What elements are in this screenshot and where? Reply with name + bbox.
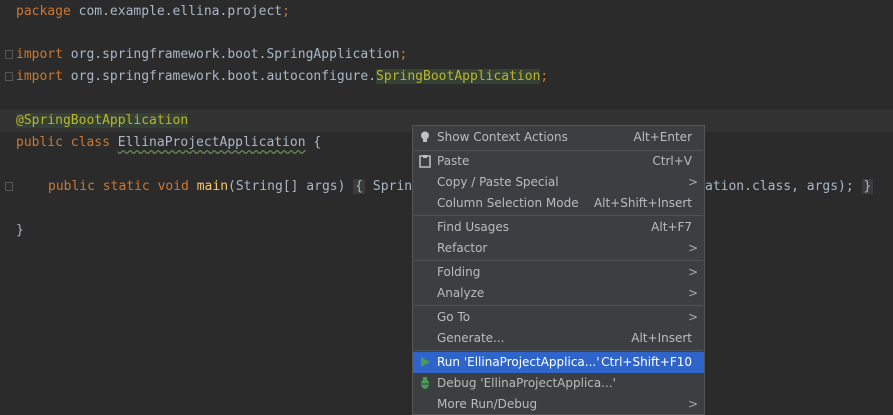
menu-separator: [414, 260, 703, 261]
menu-item-show-context-actions[interactable]: Show Context Actions Alt+Enter: [413, 127, 704, 148]
import-path: org.springframework.boot.SpringApplicati…: [62, 47, 400, 62]
keyword: public class: [16, 135, 110, 150]
clipboard-icon: [418, 154, 432, 168]
menu-item-generate[interactable]: Generate... Alt+Insert: [413, 328, 704, 349]
fold-marker-icon[interactable]: [5, 182, 13, 191]
chevron-right-icon: >: [687, 241, 698, 255]
keyword: import: [16, 69, 63, 84]
menu-item-label: Copy / Paste Special: [437, 175, 559, 189]
method-name: main: [196, 179, 229, 194]
menu-item-refactor[interactable]: Refactor >: [413, 238, 704, 259]
menu-item-paste[interactable]: Paste Ctrl+V: [413, 151, 704, 172]
chevron-right-icon: >: [687, 286, 698, 300]
code-line-close: }: [16, 220, 24, 242]
code-line-main-tail: ation.class, args); }: [705, 176, 874, 198]
chevron-right-icon: >: [687, 175, 698, 189]
menu-item-label: Analyze: [437, 286, 485, 300]
annotation: @SpringBootApplication: [16, 113, 189, 128]
menu-item-more-run-debug[interactable]: More Run/Debug >: [413, 394, 704, 415]
menu-item-shortcut: Ctrl+Shift+F10: [601, 355, 692, 369]
method-body: Sprin: [365, 179, 413, 194]
keyword: package: [16, 4, 71, 19]
method-body-tail: ation.class, args);: [705, 179, 854, 194]
menu-item-label: Debug 'EllinaProjectApplica...': [437, 376, 616, 390]
code-line-import-2: import org.springframework.boot.autoconf…: [16, 66, 548, 88]
code-line-package: package com.example.ellina.project;: [16, 1, 290, 23]
bulb-icon: [418, 130, 432, 144]
menu-item-shortcut: Ctrl+V: [652, 154, 692, 168]
brace: {: [305, 135, 322, 150]
menu-item-label: Refactor: [437, 241, 488, 255]
menu-item-run[interactable]: Run 'EllinaProjectApplica...' Ctrl+Shift…: [413, 352, 704, 373]
chevron-right-icon: >: [687, 310, 698, 324]
menu-item-label: Column Selection Mode: [437, 196, 579, 210]
menu-item-column-selection-mode[interactable]: Column Selection Mode Alt+Shift+Insert: [413, 193, 704, 214]
menu-separator: [414, 350, 703, 351]
menu-item-debug[interactable]: Debug 'EllinaProjectApplica...': [413, 373, 704, 394]
menu-separator: [414, 305, 703, 306]
folded-region-end[interactable]: }: [861, 179, 874, 194]
menu-item-shortcut: Alt+F7: [651, 220, 692, 234]
keyword: public static void: [48, 179, 189, 194]
class-name: EllinaProjectApplication: [117, 135, 306, 150]
chevron-right-icon: >: [687, 265, 698, 279]
semicolon: ;: [399, 47, 408, 62]
semicolon: ;: [540, 69, 549, 84]
menu-item-label: Paste: [437, 154, 470, 168]
menu-item-label: More Run/Debug: [437, 397, 538, 411]
menu-item-shortcut: Alt+Enter: [633, 130, 692, 144]
code-line-main: public static void main(String[] args) {…: [48, 176, 412, 198]
menu-item-copy-paste-special[interactable]: Copy / Paste Special >: [413, 172, 704, 193]
menu-item-shortcut: Alt+Shift+Insert: [593, 196, 692, 210]
menu-item-shortcut: Alt+Insert: [631, 331, 692, 345]
brace: }: [16, 223, 24, 238]
menu-item-find-usages[interactable]: Find Usages Alt+F7: [413, 217, 704, 238]
code-line-class: public class EllinaProjectApplication {: [16, 132, 321, 154]
run-icon: [418, 355, 432, 369]
menu-item-label: Run 'EllinaProjectApplica...': [437, 355, 600, 369]
code-line-annotation: @SpringBootApplication: [16, 110, 189, 132]
menu-separator: [414, 215, 703, 216]
menu-item-go-to[interactable]: Go To >: [413, 307, 704, 328]
chevron-right-icon: >: [687, 397, 698, 411]
menu-item-label: Generate...: [437, 331, 505, 345]
keyword: import: [16, 47, 63, 62]
context-menu: Show Context Actions Alt+Enter Paste Ctr…: [412, 125, 705, 415]
import-path: org.springframework.boot.autoconfigure.: [62, 69, 377, 84]
menu-item-label: Go To: [437, 310, 471, 324]
menu-item-label: Find Usages: [437, 220, 510, 234]
code-line-import-1: import org.springframework.boot.SpringAp…: [16, 44, 407, 66]
fold-marker-icon[interactable]: [5, 72, 13, 81]
menu-item-folding[interactable]: Folding >: [413, 262, 704, 283]
semicolon: ;: [282, 4, 290, 19]
debug-icon: [418, 376, 432, 390]
menu-item-analyze[interactable]: Analyze >: [413, 283, 704, 304]
package-name: com.example.ellina.project: [70, 4, 283, 19]
fold-marker-icon[interactable]: [5, 50, 13, 59]
method-args: (String[] args): [228, 179, 346, 194]
highlighted-identifier: SpringBootApplication: [376, 69, 541, 84]
folded-region[interactable]: {: [353, 179, 366, 194]
menu-item-label: Show Context Actions: [437, 130, 568, 144]
menu-item-label: Folding: [437, 265, 481, 279]
